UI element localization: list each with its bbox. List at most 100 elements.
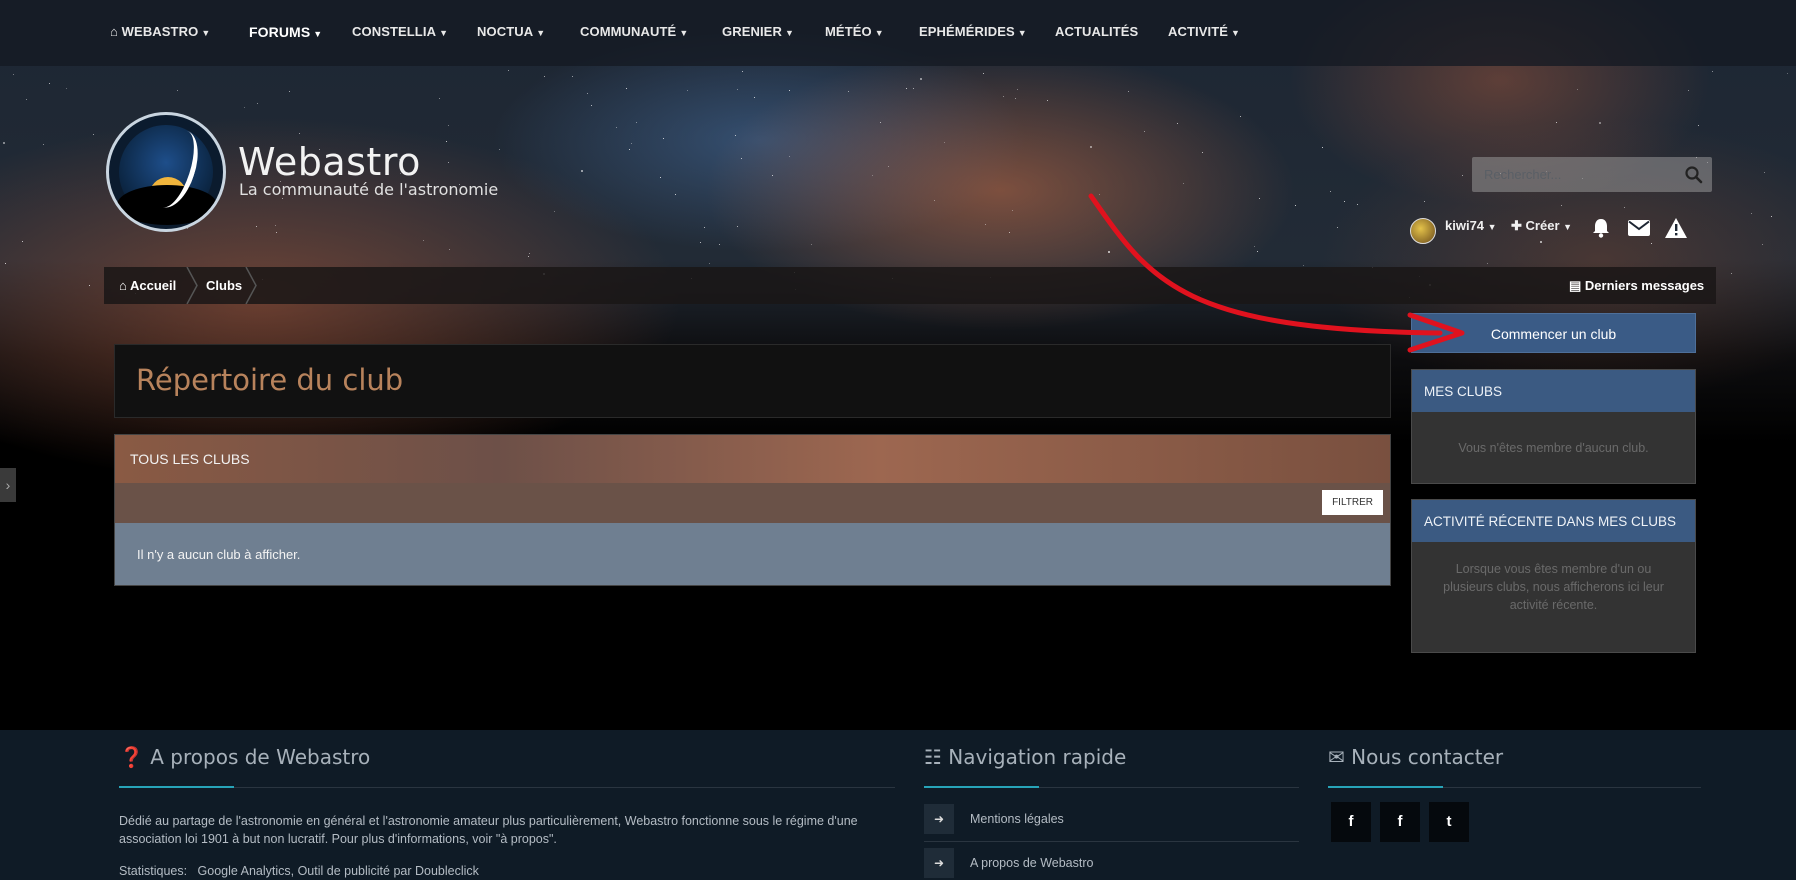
star <box>529 253 530 254</box>
star <box>737 89 738 90</box>
nav-noctua[interactable]: NOCTUA ▼ <box>477 24 545 42</box>
star <box>1254 246 1255 247</box>
star <box>13 74 14 75</box>
nav-grenier[interactable]: GRENIER ▼ <box>722 24 794 42</box>
star <box>1303 265 1304 266</box>
star <box>636 122 637 123</box>
envelope-icon[interactable] <box>1628 220 1650 236</box>
site-title[interactable]: Webastro <box>238 140 421 184</box>
star <box>22 241 23 242</box>
sitemap-icon: ☷ <box>924 745 942 769</box>
star <box>848 91 849 92</box>
empty-clubs-message: Il n'y a aucun club à afficher. <box>115 523 1390 585</box>
star <box>719 244 720 245</box>
divider-accent <box>1328 786 1443 788</box>
warning-icon[interactable] <box>1665 218 1687 238</box>
star <box>499 149 500 150</box>
star <box>43 144 44 145</box>
nav-webastro[interactable]: ⌂ WEBASTRO ▼ <box>110 24 210 42</box>
latest-posts-link[interactable]: ▤ Derniers messages <box>1569 278 1704 294</box>
star <box>1357 204 1358 205</box>
nav-communaute[interactable]: COMMUNAUTÉ ▼ <box>580 24 688 42</box>
caret-down-icon: ▼ <box>536 28 546 38</box>
star <box>1009 232 1010 233</box>
breadcrumb-clubs[interactable]: Clubs <box>206 278 242 293</box>
my-clubs-widget: MES CLUBS Vous n'êtes membre d'aucun clu… <box>1411 369 1696 484</box>
twitter-icon[interactable]: t <box>1429 802 1469 842</box>
nav-meteo[interactable]: MÉTÉO ▼ <box>825 24 884 42</box>
footer-link-legal[interactable]: ➜ Mentions légales <box>924 802 1299 842</box>
search-icon[interactable] <box>1684 165 1704 185</box>
nav-label: WEBASTRO <box>121 24 199 39</box>
star <box>448 125 449 126</box>
recent-activity-empty: Lorsque vous êtes membre d'un ou plusieu… <box>1443 562 1664 612</box>
star <box>789 156 790 157</box>
search-box <box>1472 157 1712 192</box>
star <box>1322 147 1323 148</box>
filter-button[interactable]: FILTRER <box>1322 490 1383 515</box>
star <box>1487 263 1488 264</box>
all-clubs-panel: TOUS LES CLUBS FILTRER Il n'y a aucun cl… <box>114 434 1391 586</box>
newspaper-icon: ▤ <box>1569 278 1582 293</box>
site-subtitle: La communauté de l'astronomie <box>239 180 499 199</box>
divider <box>119 787 895 788</box>
star <box>1424 201 1425 202</box>
star <box>572 76 573 77</box>
star <box>1015 98 1016 99</box>
arrow-circle-right-icon: ➜ <box>924 804 954 834</box>
star <box>811 244 812 245</box>
star <box>934 200 935 201</box>
star <box>1003 96 1004 97</box>
site-logo[interactable] <box>106 112 226 232</box>
nav-label: MÉTÉO <box>825 24 872 39</box>
star <box>449 249 450 250</box>
nav-forums[interactable]: FORUMS ▼ <box>249 24 322 42</box>
nav-label: COMMUNAUTÉ <box>580 24 677 39</box>
star <box>1202 152 1203 153</box>
footer-about-heading: ❓ A propos de Webastro <box>119 745 370 769</box>
search-input[interactable] <box>1472 157 1672 192</box>
footer-link-label: Mentions légales <box>970 812 1064 826</box>
star <box>1090 146 1092 148</box>
stats-label: Statistiques: <box>119 864 188 878</box>
facebook-icon[interactable]: f <box>1331 802 1371 842</box>
bell-icon[interactable] <box>1591 217 1611 239</box>
star <box>439 98 440 99</box>
caret-down-icon: ▼ <box>1487 222 1497 232</box>
star <box>629 149 630 150</box>
side-toggle-tab[interactable]: › <box>0 468 16 502</box>
create-label: Créer <box>1525 218 1560 233</box>
arrow-circle-right-icon: ➜ <box>924 848 954 878</box>
nav-activite[interactable]: ACTIVITÉ ▼ <box>1168 24 1240 42</box>
create-button[interactable]: ✚ Créer ▼ <box>1511 218 1572 242</box>
question-circle-icon: ❓ <box>119 745 144 769</box>
nav-ephemerides[interactable]: EPHÉMÉRIDES ▼ <box>919 24 1027 42</box>
star <box>772 175 773 176</box>
star <box>789 90 790 91</box>
star <box>508 70 509 71</box>
star <box>983 73 984 74</box>
avatar[interactable] <box>1410 218 1436 244</box>
nav-constellia[interactable]: CONSTELLIA ▼ <box>352 24 448 42</box>
breadcrumb-home[interactable]: ⌂ Accueil <box>119 278 176 293</box>
star <box>1771 216 1772 217</box>
star <box>544 76 545 77</box>
star <box>1017 89 1018 90</box>
star <box>944 142 945 143</box>
star <box>1762 244 1763 245</box>
star <box>1144 131 1145 132</box>
home-icon: ⌂ <box>110 24 118 39</box>
user-menu[interactable]: kiwi74 ▼ <box>1445 218 1497 242</box>
facebook-icon[interactable]: f <box>1380 802 1420 842</box>
breadcrumb: ⌂ Accueil Clubs ▤ Derniers messages <box>104 267 1716 304</box>
start-club-button[interactable]: Commencer un club <box>1411 313 1696 353</box>
nav-actualites[interactable]: ACTUALITÉS <box>1055 24 1138 42</box>
star <box>1688 90 1689 91</box>
star <box>1712 71 1713 72</box>
nav-label: ACTIVITÉ <box>1168 24 1229 39</box>
footer-link-about[interactable]: ➜ A propos de Webastro <box>924 846 1299 880</box>
footer-about-text: Dédié au partage de l'astronomie en géné… <box>119 814 858 846</box>
divider-accent <box>924 786 1039 788</box>
caret-down-icon: ▼ <box>313 29 323 39</box>
star <box>660 177 661 178</box>
